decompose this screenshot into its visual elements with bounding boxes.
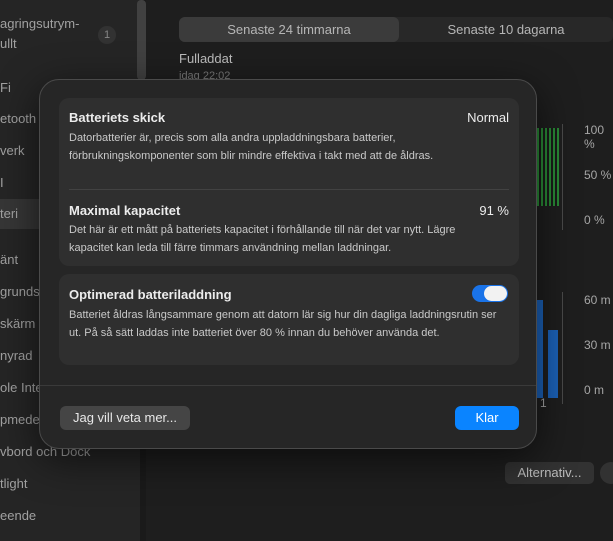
optimized-charging-description: Batteriet åldras långsammare genom att d… xyxy=(69,309,497,339)
battery-health-dialog: Batteriets skick Normal Datorbatterier ä… xyxy=(39,79,537,449)
card-divider xyxy=(69,189,509,190)
max-capacity-title: Maximal kapacitet xyxy=(69,203,181,218)
optimized-charging-card: Optimerad batteriladdning Batteriet åldr… xyxy=(59,274,519,365)
done-button[interactable]: Klar xyxy=(455,406,519,430)
optimized-charging-toggle[interactable] xyxy=(472,285,508,302)
max-capacity-value: 91 % xyxy=(479,203,509,218)
optimized-charging-title: Optimerad batteriladdning xyxy=(69,287,232,302)
max-capacity-description: Det här är ett mått på batteriets kapaci… xyxy=(69,224,456,254)
toggle-knob xyxy=(484,286,507,301)
dialog-divider xyxy=(40,385,536,386)
battery-info-card: Batteriets skick Normal Datorbatterier ä… xyxy=(59,98,519,266)
battery-health-value: Normal xyxy=(467,110,509,125)
learn-more-button[interactable]: Jag vill veta mer... xyxy=(60,406,190,430)
battery-health-description: Datorbatterier är, precis som alla andra… xyxy=(69,132,434,162)
battery-health-title: Batteriets skick xyxy=(69,110,166,125)
